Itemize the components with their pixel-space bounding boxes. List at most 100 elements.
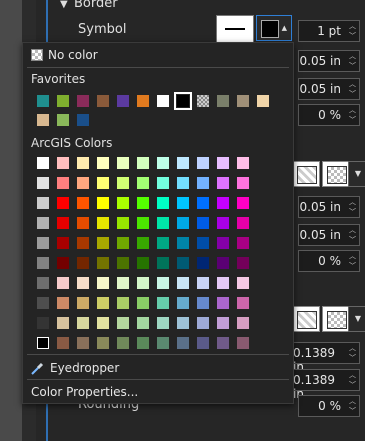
arcgis-color-swatch[interactable] <box>117 197 129 209</box>
gap-y-field[interactable]: 0.05 in ︿ ﹀ <box>298 224 360 246</box>
arcgis-color-swatch[interactable] <box>117 237 129 249</box>
arcgis-color-swatch[interactable] <box>57 337 69 349</box>
arcgis-color-swatch[interactable] <box>137 337 149 349</box>
fill-symbol-button[interactable] <box>292 161 320 187</box>
arcgis-color-swatch[interactable] <box>57 277 69 289</box>
shadow-rounding-field[interactable]: 0 % ︿ ﹀ <box>298 250 360 272</box>
arcgis-color-swatch[interactable] <box>217 157 229 169</box>
arcgis-color-swatch[interactable] <box>57 177 69 189</box>
arcgis-color-swatch[interactable] <box>137 177 149 189</box>
favorite-color-swatch[interactable] <box>217 95 229 107</box>
fill-pattern-button[interactable] <box>322 161 350 187</box>
arcgis-color-swatch[interactable] <box>157 237 169 249</box>
arcgis-color-swatch[interactable] <box>217 197 229 209</box>
arcgis-color-swatch[interactable] <box>57 237 69 249</box>
arcgis-color-swatch[interactable] <box>157 337 169 349</box>
border-section-header[interactable]: ▼ Border <box>60 0 118 11</box>
arcgis-color-swatch[interactable] <box>77 237 89 249</box>
shadow-pattern-button[interactable] <box>322 306 350 332</box>
eyedropper-option[interactable]: Eyedropper <box>31 361 119 375</box>
arcgis-color-swatch[interactable] <box>177 277 189 289</box>
arcgis-color-swatch[interactable] <box>117 297 129 309</box>
symbol-preview-button[interactable] <box>216 15 254 43</box>
arcgis-color-swatch[interactable] <box>97 297 109 309</box>
favorite-color-swatch[interactable] <box>57 95 69 107</box>
favorite-color-swatch[interactable] <box>97 95 109 107</box>
favorite-color-swatch[interactable] <box>157 95 169 107</box>
arcgis-color-swatch[interactable] <box>117 157 129 169</box>
arcgis-color-swatch[interactable] <box>237 197 249 209</box>
arcgis-color-swatch[interactable] <box>97 237 109 249</box>
arcgis-color-swatch[interactable] <box>117 177 129 189</box>
arcgis-color-swatch[interactable] <box>237 217 249 229</box>
shadow-offset-x-field[interactable]: 0.1389 in ︿ ﹀ <box>292 342 360 374</box>
arcgis-color-swatch[interactable] <box>37 197 49 209</box>
arcgis-color-swatch[interactable] <box>157 317 169 329</box>
shadow-offset-y-field[interactable]: 0.1389 in ︿ ﹀ <box>292 369 360 401</box>
arcgis-color-swatch[interactable] <box>97 217 109 229</box>
arcgis-color-swatch[interactable] <box>217 257 229 269</box>
arcgis-color-swatch[interactable] <box>177 317 189 329</box>
arcgis-color-swatch[interactable] <box>97 257 109 269</box>
arcgis-color-swatch[interactable] <box>57 257 69 269</box>
arcgis-color-swatch[interactable] <box>197 157 209 169</box>
arcgis-color-swatch[interactable] <box>97 157 109 169</box>
offset-x-field[interactable]: 0.05 in ︿ ﹀ <box>298 50 360 72</box>
arcgis-color-swatch[interactable] <box>77 297 89 309</box>
arcgis-color-swatch[interactable] <box>237 337 249 349</box>
width-field[interactable]: 1 pt ︿ ﹀ <box>298 20 360 42</box>
arcgis-color-swatch[interactable] <box>177 297 189 309</box>
arcgis-color-swatch[interactable] <box>137 237 149 249</box>
favorite-color-swatch[interactable] <box>137 95 149 107</box>
arcgis-color-swatch[interactable] <box>177 337 189 349</box>
arcgis-color-swatch[interactable] <box>197 297 209 309</box>
arcgis-color-swatch[interactable] <box>197 257 209 269</box>
arcgis-color-swatch[interactable] <box>197 277 209 289</box>
arcgis-color-swatch[interactable] <box>77 197 89 209</box>
arcgis-color-swatch[interactable] <box>237 237 249 249</box>
color-picker-button[interactable]: ▲ <box>256 15 292 41</box>
arcgis-color-swatch[interactable] <box>177 157 189 169</box>
arcgis-color-swatch[interactable] <box>97 317 109 329</box>
arcgis-color-swatch[interactable] <box>157 277 169 289</box>
arcgis-color-swatch[interactable] <box>97 197 109 209</box>
arcgis-color-swatch[interactable] <box>197 177 209 189</box>
arcgis-color-swatch[interactable] <box>117 217 129 229</box>
arcgis-color-swatch[interactable] <box>77 277 89 289</box>
arcgis-color-swatch[interactable] <box>237 157 249 169</box>
arcgis-color-swatch[interactable] <box>77 217 89 229</box>
favorite-color-swatch[interactable] <box>197 95 209 107</box>
arcgis-color-swatch[interactable] <box>157 197 169 209</box>
arcgis-color-swatch[interactable] <box>137 257 149 269</box>
arcgis-color-swatch[interactable] <box>237 317 249 329</box>
favorite-color-swatch[interactable] <box>257 95 269 107</box>
arcgis-color-swatch[interactable] <box>37 277 49 289</box>
arcgis-color-swatch[interactable] <box>197 237 209 249</box>
arcgis-color-swatch[interactable] <box>37 157 49 169</box>
shadow-dropdown-button[interactable]: ▼ <box>348 306 365 332</box>
arcgis-color-swatch[interactable] <box>137 157 149 169</box>
favorite-color-swatch[interactable] <box>37 95 49 107</box>
offset-y-field[interactable]: 0.05 in ︿ ﹀ <box>298 78 360 100</box>
arcgis-color-swatch[interactable] <box>117 257 129 269</box>
arcgis-color-swatch[interactable] <box>77 317 89 329</box>
arcgis-color-swatch[interactable] <box>217 317 229 329</box>
arcgis-color-swatch[interactable] <box>57 157 69 169</box>
no-color-option[interactable]: No color <box>31 48 98 62</box>
arcgis-color-swatch[interactable] <box>137 297 149 309</box>
arcgis-color-swatch[interactable] <box>37 297 49 309</box>
arcgis-color-swatch[interactable] <box>237 257 249 269</box>
arcgis-color-swatch[interactable] <box>57 217 69 229</box>
arcgis-color-swatch[interactable] <box>237 277 249 289</box>
gap-x-field[interactable]: 0.05 in ︿ ﹀ <box>298 196 360 218</box>
arcgis-color-swatch[interactable] <box>57 317 69 329</box>
favorite-color-swatch[interactable] <box>77 114 89 126</box>
arcgis-color-swatch[interactable] <box>217 177 229 189</box>
arcgis-color-swatch[interactable] <box>97 277 109 289</box>
arcgis-color-swatch[interactable] <box>117 337 129 349</box>
arcgis-color-swatch[interactable] <box>197 217 209 229</box>
rounding-field[interactable]: 0 % ︿ ﹀ <box>298 104 360 126</box>
favorite-color-swatch[interactable] <box>57 114 69 126</box>
color-properties-option[interactable]: Color Properties... <box>31 385 138 399</box>
arcgis-color-swatch[interactable] <box>137 197 149 209</box>
